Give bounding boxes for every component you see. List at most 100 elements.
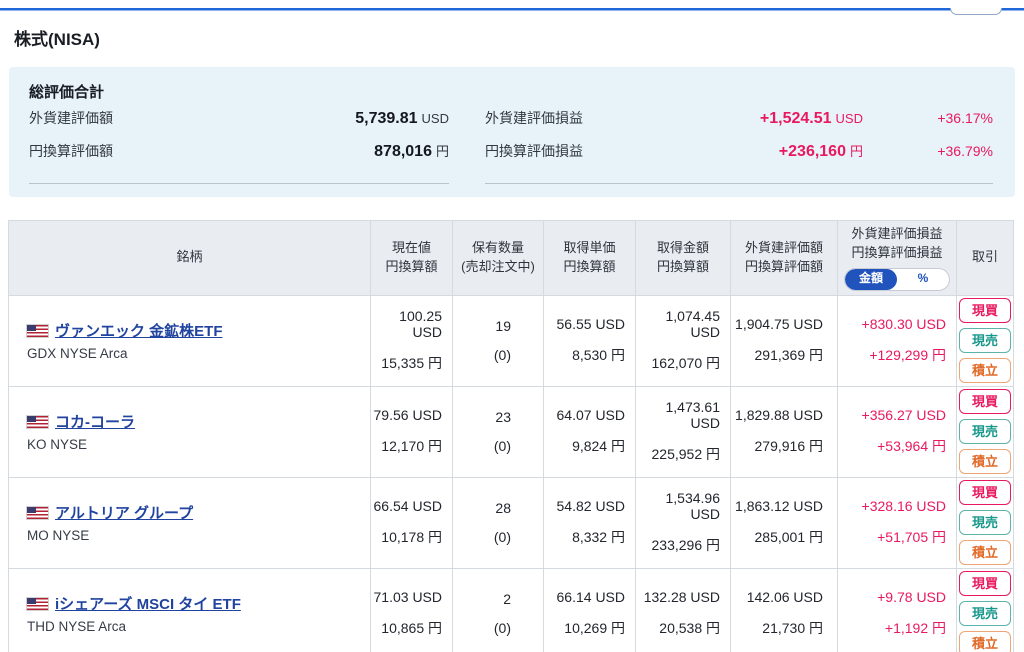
foreign-valuation-row: 外貨建評価額 5,739.81 USD <box>29 108 449 141</box>
stock-link[interactable]: ヴァンエック 金鉱株ETF <box>55 320 223 341</box>
holdings-table: 銘柄 現在値 円換算額 保有数量 (売却注文中) 取得単価 円換算額 取得金額 円換算額… <box>8 220 1014 652</box>
trade-cell: 現買 現売 積立 <box>956 567 1014 652</box>
stock-cell: アルトリア グループ MO NYSE <box>8 476 371 569</box>
jpy-valuation-unit: 円 <box>435 144 449 159</box>
cost-cell: 132.28 USD 20,538 円 <box>635 567 731 652</box>
col-header-quantity: 保有数量 (売却注文中) <box>452 220 544 296</box>
stock-link[interactable]: アルトリア グループ <box>55 502 193 523</box>
us-flag-icon <box>26 505 49 520</box>
jpy-valuation-row: 円換算評価額 878,016 円 <box>29 141 449 174</box>
valuation-cell: 1,904.75 USD 291,369 円 <box>730 294 838 387</box>
accumulate-button[interactable]: 積立 <box>959 358 1011 384</box>
holdings-table-wrap: 銘柄 現在値 円換算額 保有数量 (売却注文中) 取得単価 円換算額 取得金額 円換算額… <box>8 220 1016 652</box>
stock-cell: コカ-コーラ KO NYSE <box>8 385 371 478</box>
jpy-valuation-value: 878,016 <box>374 143 432 160</box>
summary-valuation-column: 外貨建評価額 5,739.81 USD 円換算評価額 878,016 円 <box>29 108 449 184</box>
header-row: 銘柄 現在値 円換算額 保有数量 (売却注文中) 取得単価 円換算額 取得金額 円換算額… <box>8 220 1014 296</box>
cash-buy-button[interactable]: 現買 <box>959 298 1011 324</box>
stock-cell: iシェアーズ MSCI タイ ETF THD NYSE Arca <box>8 567 371 652</box>
cash-sell-button[interactable]: 現売 <box>959 510 1011 536</box>
stock-ticker: THD NYSE Arca <box>27 619 127 635</box>
jpy-pl-percent: +36.79% <box>937 143 993 159</box>
foreign-valuation-unit: USD <box>421 111 449 126</box>
unit-cost-cell: 64.07 USD 9,824 円 <box>543 385 636 478</box>
foreign-pl-row: 外貨建評価損益 +1,524.51 USD +36.17% <box>485 108 993 141</box>
portfolio-page: 株式(NISA) 総評価合計 外貨建評価額 5,739.81 USD 円換算評価… <box>0 8 1024 652</box>
jpy-pl-label: 円換算評価損益 <box>485 143 583 159</box>
col-header-price: 現在値 円換算額 <box>370 220 453 296</box>
foreign-pl-label: 外貨建評価損益 <box>485 110 583 126</box>
stock-ticker: MO NYSE <box>27 528 90 544</box>
unit-cost-cell: 66.14 USD 10,269 円 <box>543 567 636 652</box>
cash-sell-button[interactable]: 現売 <box>959 328 1011 354</box>
cost-cell: 1,074.45 USD 162,070 円 <box>635 294 731 387</box>
foreign-valuation-label: 外貨建評価額 <box>29 110 113 126</box>
quantity-cell: 28 (0) <box>452 476 544 569</box>
unit-cost-cell: 56.55 USD 8,530 円 <box>543 294 636 387</box>
stock-ticker: GDX NYSE Arca <box>27 346 128 362</box>
col-header-valuation: 外貨建評価額 円換算評価額 <box>730 220 838 296</box>
pl-display-toggle: 金額 % <box>844 267 950 291</box>
valuation-cell: 1,863.12 USD 285,001 円 <box>730 476 838 569</box>
foreign-pl-value: +1,524.51 <box>759 110 832 127</box>
stock-link[interactable]: コカ-コーラ <box>55 411 135 432</box>
foreign-pl-percent: +36.17% <box>937 110 993 126</box>
cash-buy-button[interactable]: 現買 <box>959 389 1011 415</box>
cash-buy-button[interactable]: 現買 <box>959 571 1011 597</box>
col-header-cost: 取得金額 円換算額 <box>635 220 731 296</box>
summary-pl-column: 外貨建評価損益 +1,524.51 USD +36.17% 円換算評価損益 +2… <box>485 108 993 184</box>
col-header-pl: 外貨建評価損益 円換算評価損益 金額 % <box>837 220 957 296</box>
table-row: コカ-コーラ KO NYSE 79.56 USD 12,170 円 23 (0) 6… <box>8 385 1014 478</box>
quantity-cell: 2 (0) <box>452 567 544 652</box>
total-valuation-panel: 総評価合計 外貨建評価額 5,739.81 USD 円換算評価額 878,016… <box>9 67 1015 197</box>
trade-cell: 現買 現売 積立 <box>956 385 1014 478</box>
us-flag-icon <box>26 596 49 611</box>
table-row: ヴァンエック 金鉱株ETF GDX NYSE Arca 100.25 USD 15… <box>8 294 1014 387</box>
stock-ticker: KO NYSE <box>27 437 88 453</box>
us-flag-icon <box>26 414 49 429</box>
accumulate-button[interactable]: 積立 <box>959 449 1011 475</box>
us-flag-icon <box>26 323 49 338</box>
trade-cell: 現買 現売 積立 <box>956 294 1014 387</box>
col-header-trade: 取引 <box>956 220 1014 296</box>
cost-cell: 1,534.96 USD 233,296 円 <box>635 476 731 569</box>
pl-cell: +328.16 USD +51,705 円 <box>837 476 957 569</box>
valuation-cell: 1,829.88 USD 279,916 円 <box>730 385 838 478</box>
jpy-pl-row: 円換算評価損益 +236,160 円 +36.79% <box>485 141 993 174</box>
foreign-valuation-value: 5,739.81 <box>355 110 418 127</box>
jpy-valuation-label: 円換算評価額 <box>29 143 113 159</box>
summary-title: 総評価合計 <box>29 84 105 101</box>
unit-cost-cell: 54.82 USD 8,332 円 <box>543 476 636 569</box>
quantity-cell: 19 (0) <box>452 294 544 387</box>
jpy-pl-unit: 円 <box>849 144 863 159</box>
foreign-pl-unit: USD <box>835 111 863 126</box>
page-title: 株式(NISA) <box>14 30 100 49</box>
toggle-percent[interactable]: % <box>897 269 949 290</box>
jpy-pl-value: +236,160 <box>778 143 846 160</box>
top-divider <box>0 8 1024 11</box>
pl-cell: +356.27 USD +53,964 円 <box>837 385 957 478</box>
stock-cell: ヴァンエック 金鉱株ETF GDX NYSE Arca <box>8 294 371 387</box>
table-row: アルトリア グループ MO NYSE 66.54 USD 10,178 円 28(… <box>8 476 1014 569</box>
top-partial-button[interactable] <box>950 8 1002 15</box>
stock-link[interactable]: iシェアーズ MSCI タイ ETF <box>55 593 241 614</box>
accumulate-button[interactable]: 積立 <box>959 631 1011 652</box>
price-cell: 66.54 USD 10,178 円 <box>370 476 453 569</box>
toggle-amount[interactable]: 金額 <box>845 268 897 290</box>
accumulate-button[interactable]: 積立 <box>959 540 1011 566</box>
cash-buy-button[interactable]: 現買 <box>959 480 1011 506</box>
pl-cell: +9.78 USD +1,192 円 <box>837 567 957 652</box>
quantity-cell: 23 (0) <box>452 385 544 478</box>
valuation-cell: 142.06 USD 21,730 円 <box>730 567 838 652</box>
price-cell: 79.56 USD 12,170 円 <box>370 385 453 478</box>
price-cell: 100.25 USD 15,335 円 <box>370 294 453 387</box>
cost-cell: 1,473.61 USD 225,952 円 <box>635 385 731 478</box>
col-header-name: 銘柄 <box>8 220 371 296</box>
cash-sell-button[interactable]: 現売 <box>959 601 1011 627</box>
table-row: iシェアーズ MSCI タイ ETF THD NYSE Arca 71.03 U… <box>8 567 1014 652</box>
cash-sell-button[interactable]: 現売 <box>959 419 1011 445</box>
pl-cell: +830.30 USD +129,299 円 <box>837 294 957 387</box>
price-cell: 71.03 USD 10,865 円 <box>370 567 453 652</box>
col-header-unit-cost: 取得単価 円換算額 <box>543 220 636 296</box>
trade-cell: 現買 現売 積立 <box>956 476 1014 569</box>
